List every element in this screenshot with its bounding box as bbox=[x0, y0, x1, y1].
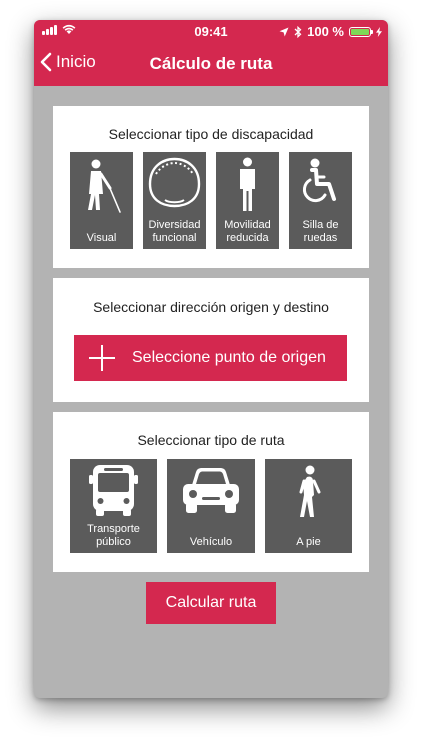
route-section-title: Seleccionar tipo de ruta bbox=[137, 432, 285, 448]
battery-percent: 100 % bbox=[307, 24, 344, 39]
disability-option-wheelchair[interactable]: Silla de ruedas bbox=[289, 152, 352, 249]
route-option-public-transport[interactable]: Transporte público bbox=[70, 459, 157, 553]
location-arrow-icon bbox=[279, 27, 289, 36]
disability-option-functional-diversity[interactable]: Diversidad funcional bbox=[143, 152, 206, 249]
disability-option-label: Diversidad funcional bbox=[148, 219, 201, 244]
address-card: Seleccionar dirección origen y destino S… bbox=[53, 278, 369, 402]
address-section-title: Seleccionar dirección origen y destino bbox=[93, 299, 329, 315]
bluetooth-icon bbox=[294, 25, 302, 38]
disability-option-label: Visual bbox=[86, 232, 117, 244]
disability-option-reduced-mobility[interactable]: Movilidad reducida bbox=[216, 152, 279, 249]
route-option-vehicle[interactable]: Vehículo bbox=[167, 459, 255, 553]
disability-option-label: Silla de ruedas bbox=[302, 219, 339, 244]
route-option-label: Transporte público bbox=[87, 523, 140, 548]
battery-icon bbox=[349, 26, 373, 37]
top-bar: 09:41 100 % Inicio Cálculo de ruta bbox=[34, 20, 388, 86]
charging-bolt-icon bbox=[376, 26, 382, 37]
disability-option-visual[interactable]: Visual bbox=[70, 152, 133, 249]
select-origin-label: Seleccione punto de origen bbox=[132, 349, 326, 366]
disability-option-label: Movilidad reducida bbox=[224, 219, 271, 244]
route-option-label: Vehículo bbox=[189, 536, 233, 548]
status-bar: 09:41 100 % bbox=[34, 20, 388, 42]
select-origin-button[interactable]: Seleccione punto de origen bbox=[74, 335, 347, 381]
status-right: 100 % bbox=[279, 24, 382, 39]
navigation-bar: Inicio Cálculo de ruta bbox=[34, 42, 388, 86]
route-option-label: A pie bbox=[296, 536, 321, 548]
disability-section-title: Seleccionar tipo de discapacidad bbox=[108, 126, 314, 142]
plus-icon bbox=[89, 345, 115, 371]
phone-screen: 09:41 100 % Inicio Cálculo de ruta Selec… bbox=[34, 20, 388, 698]
disability-card: Seleccionar tipo de discapacidad Visual … bbox=[53, 106, 369, 268]
page-title: Cálculo de ruta bbox=[149, 54, 273, 73]
route-option-walk[interactable]: A pie bbox=[265, 459, 352, 553]
route-card: Seleccionar tipo de ruta Transporte públ… bbox=[53, 412, 369, 572]
calculate-route-button[interactable]: Calcular ruta bbox=[146, 582, 276, 624]
